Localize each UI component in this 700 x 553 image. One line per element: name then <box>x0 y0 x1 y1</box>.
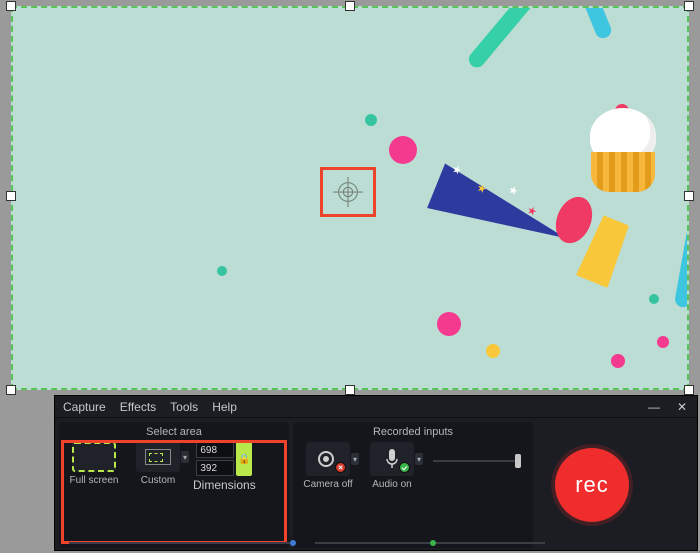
minimize-button[interactable]: — <box>647 400 661 414</box>
decor-confetti <box>389 136 417 164</box>
recorded-inputs-section: Recorded inputs ▾ Camera off ▾ <box>293 422 533 548</box>
width-input[interactable] <box>196 442 234 458</box>
record-label: rec <box>575 472 609 498</box>
record-button[interactable]: rec <box>555 448 629 522</box>
status-on-icon <box>399 462 410 473</box>
slider-thumb[interactable] <box>515 454 521 468</box>
dimensions-group: 🔒 Dimensions <box>193 442 256 492</box>
decor-confetti <box>657 336 669 348</box>
decor-cupcake <box>583 108 663 196</box>
height-input[interactable] <box>196 460 234 476</box>
decor-confetti <box>437 312 461 336</box>
volume-slider[interactable] <box>427 444 527 478</box>
resize-handle-bl[interactable] <box>6 385 16 395</box>
move-selection-crosshair[interactable] <box>320 167 376 217</box>
menu-capture[interactable]: Capture <box>63 400 106 414</box>
record-section: rec <box>537 422 647 548</box>
status-off-icon <box>335 462 346 473</box>
menubar: Capture Effects Tools Help — ✕ <box>55 396 697 418</box>
decor-confetti <box>486 344 500 358</box>
chevron-down-icon[interactable]: ▾ <box>351 453 359 465</box>
lock-aspect-button[interactable]: 🔒 <box>236 442 252 476</box>
dimensions-label: Dimensions <box>193 478 256 492</box>
decor-confetti <box>217 266 227 276</box>
select-area-title: Select area <box>65 426 283 442</box>
recorder-panel: Capture Effects Tools Help — ✕ Select ar… <box>54 395 698 551</box>
close-button[interactable]: ✕ <box>675 400 689 414</box>
camera-icon: ▾ <box>306 442 350 476</box>
decor-confetti <box>649 294 659 304</box>
menu-tools[interactable]: Tools <box>170 400 198 414</box>
marker-dot[interactable] <box>430 540 436 546</box>
select-area-section: Select area Full screen ▾ Custom <box>59 422 289 548</box>
custom-area-label: Custom <box>141 475 175 486</box>
resize-handle-tr[interactable] <box>684 1 694 11</box>
bottom-marker-bar <box>55 542 697 548</box>
camera-label: Camera off <box>303 479 352 490</box>
full-screen-label: Full screen <box>70 475 119 486</box>
resize-handle-br[interactable] <box>684 385 694 395</box>
audio-toggle[interactable]: ▾ Audio on <box>363 442 421 490</box>
resize-handle-tm[interactable] <box>345 1 355 11</box>
resize-handle-mr[interactable] <box>684 191 694 201</box>
audio-label: Audio on <box>372 479 411 490</box>
resize-handle-bm[interactable] <box>345 385 355 395</box>
crosshair-icon <box>333 177 363 207</box>
menu-effects[interactable]: Effects <box>120 400 156 414</box>
microphone-icon: ▾ <box>370 442 414 476</box>
resize-handle-tl[interactable] <box>6 1 16 11</box>
chevron-down-icon[interactable]: ▾ <box>415 453 423 465</box>
chevron-down-icon[interactable]: ▾ <box>181 451 189 463</box>
decor-confetti <box>365 114 377 126</box>
decor-confetti <box>611 354 625 368</box>
decor-straw <box>466 6 575 71</box>
recorded-inputs-title: Recorded inputs <box>299 426 527 442</box>
menu-help[interactable]: Help <box>212 400 237 414</box>
custom-area-icon: ▾ <box>136 442 180 472</box>
resize-handle-ml[interactable] <box>6 191 16 201</box>
decor-straw <box>542 6 613 41</box>
full-screen-icon <box>72 442 116 472</box>
marker-dot[interactable] <box>290 540 296 546</box>
full-screen-option[interactable]: Full screen <box>65 442 123 486</box>
custom-area-option[interactable]: ▾ Custom <box>129 442 187 486</box>
camera-toggle[interactable]: ▾ Camera off <box>299 442 357 490</box>
lock-icon: 🔒 <box>238 454 250 465</box>
